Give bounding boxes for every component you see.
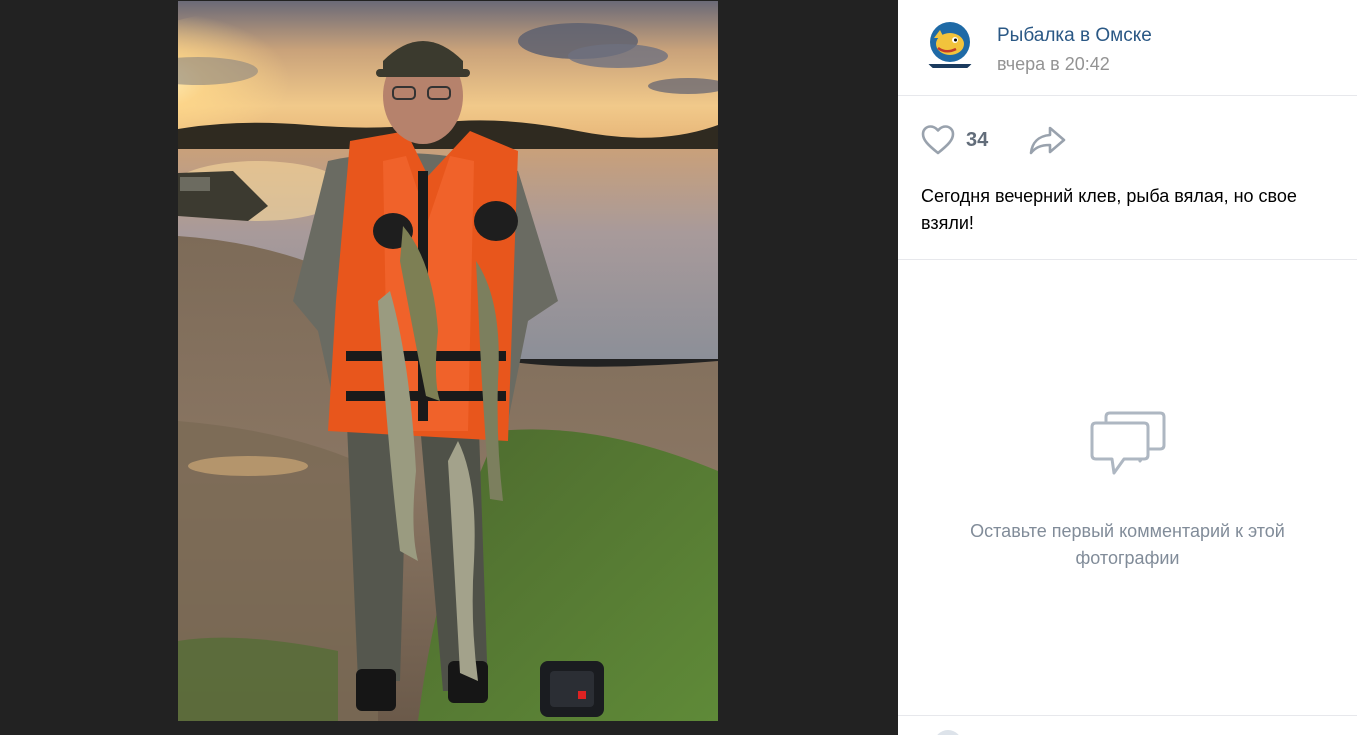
empty-comments-placeholder: Оставьте первый комментарий к этой фотог… bbox=[898, 405, 1357, 572]
post-photo[interactable] bbox=[178, 1, 718, 721]
speech-bubbles-icon bbox=[1090, 411, 1165, 475]
post-author-header: Рыбалка в Омске вчера в 20:42 bbox=[898, 0, 1357, 96]
post-caption: Сегодня вечерний клев, рыба вялая, но св… bbox=[921, 186, 1297, 233]
group-avatar[interactable] bbox=[922, 18, 978, 74]
heart-icon bbox=[921, 125, 955, 155]
photo-viewer: Рыбалка в Омске вчера в 20:42 34 Сегодня… bbox=[0, 0, 1357, 735]
post-actions: 34 bbox=[898, 96, 1357, 180]
comments-divider bbox=[898, 259, 1357, 260]
like-count: 34 bbox=[966, 128, 989, 151]
like-button[interactable]: 34 bbox=[920, 122, 988, 158]
fish-logo-icon bbox=[928, 22, 972, 68]
post-sidebar: Рыбалка в Омске вчера в 20:42 34 Сегодня… bbox=[898, 0, 1357, 735]
comment-input-bar[interactable] bbox=[898, 715, 1357, 735]
photo-pane[interactable] bbox=[0, 0, 898, 735]
group-name-link[interactable]: Рыбалка в Омске bbox=[997, 25, 1152, 47]
share-button[interactable] bbox=[1028, 124, 1068, 156]
user-avatar bbox=[934, 730, 962, 735]
empty-comments-text: Оставьте первый комментарий к этой фотог… bbox=[970, 521, 1285, 568]
fishing-photo-image bbox=[178, 1, 718, 721]
post-timestamp[interactable]: вчера в 20:42 bbox=[997, 54, 1110, 75]
share-arrow-icon bbox=[1029, 126, 1066, 155]
